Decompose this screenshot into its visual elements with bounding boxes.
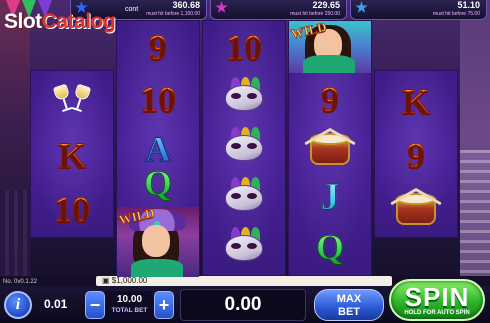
jackpot-minor: 51.10 must hit before 75.00	[350, 0, 487, 20]
symbol-wild: WILD	[289, 19, 371, 73]
wild-label: WILD	[289, 19, 328, 42]
symbol-mask	[203, 71, 285, 123]
background-city-skyline	[0, 190, 30, 278]
symbol-champagne	[31, 75, 113, 127]
max-bet-label-line2: BET	[338, 306, 360, 318]
wild-label: WILD	[117, 205, 156, 228]
reel-5: K 9	[374, 70, 458, 238]
jackpot-value: 360.68	[172, 0, 200, 10]
mardi-gras-mask-icon	[221, 77, 267, 117]
line-bet-value: 0.01	[44, 297, 68, 311]
champagne-icon	[49, 81, 95, 121]
reel-1: K 10	[30, 70, 114, 238]
build-version: No. 0v0.1.22	[3, 279, 38, 285]
total-bet-value: 10.00	[116, 294, 143, 305]
jackpot-must-hit: must hit before 75.00	[433, 11, 480, 17]
jackpot-major: 229.65 must hit before 250.00	[210, 0, 347, 20]
jackpot-extra-label: cont	[125, 6, 139, 13]
symbol-drum	[375, 183, 457, 235]
balance-value: $1,000.00	[111, 276, 148, 285]
decrease-bet-button[interactable]: −	[85, 291, 105, 319]
jackpot-bar: cont 360.68 must hit before 1,100.00 229…	[70, 0, 490, 20]
star-icon	[355, 1, 368, 13]
reel-4: WILD 9 J Q	[288, 19, 372, 276]
background-building	[460, 150, 490, 278]
spin-button[interactable]: SPIN HOLD FOR AUTO SPIN	[389, 279, 485, 321]
symbol-mask	[203, 121, 285, 173]
symbol-10: 10	[226, 27, 263, 68]
mardi-gras-mask-icon	[221, 177, 267, 217]
symbol-9: 9	[407, 135, 426, 176]
reel-area[interactable]: K 10 9 10 A Q WILD 10	[30, 19, 460, 277]
symbol-mask	[203, 221, 285, 273]
win-display: 0.00	[180, 289, 306, 321]
symbol-9: 9	[321, 79, 340, 120]
symbol-q: Q	[143, 163, 172, 204]
info-button[interactable]: i	[4, 291, 32, 319]
symbol-wild: WILD	[117, 205, 199, 277]
spin-label: SPIN	[404, 282, 470, 312]
total-bet-label: TOTAL BET	[111, 307, 148, 314]
symbol-k: K	[401, 81, 430, 122]
wallet-icon: ▣	[102, 276, 112, 285]
symbol-q: Q	[315, 227, 344, 268]
jackpot-must-hit: must hit before 250.00	[290, 11, 340, 17]
symbol-9: 9	[149, 27, 168, 68]
balance-display: ▣ $1,000.00	[96, 276, 392, 286]
wild-lady-icon: WILD	[117, 205, 199, 277]
reel-2: 9 10 A Q WILD	[116, 20, 200, 277]
max-bet-button[interactable]: MAX BET	[314, 289, 384, 321]
star-icon	[215, 1, 228, 13]
symbol-drum	[289, 123, 371, 175]
mardi-gras-mask-icon	[221, 127, 267, 167]
symbol-j: J	[320, 176, 340, 219]
auto-spin-hint: HOLD FOR AUTO SPIN	[404, 310, 470, 316]
increase-bet-button[interactable]: +	[154, 291, 174, 319]
drum-icon	[304, 127, 356, 169]
total-bet-display: 10.00 TOTAL BET	[105, 291, 154, 319]
symbol-mask	[203, 171, 285, 223]
slotcatalog-logo: SlotCatalog	[4, 10, 116, 33]
jackpot-must-hit: must hit before 1,100.00	[146, 11, 200, 17]
reel-3: 10	[202, 20, 286, 276]
wild-lady-icon: WILD	[289, 19, 371, 73]
mardi-gras-mask-icon	[221, 227, 267, 267]
symbol-10: 10	[140, 79, 177, 120]
symbol-10: 10	[54, 189, 91, 230]
max-bet-label-line1: MAX	[336, 293, 362, 305]
symbol-k: K	[57, 135, 86, 176]
drum-icon	[390, 187, 442, 229]
jackpot-value: 51.10	[457, 0, 480, 10]
jackpot-value: 229.65	[312, 0, 340, 10]
